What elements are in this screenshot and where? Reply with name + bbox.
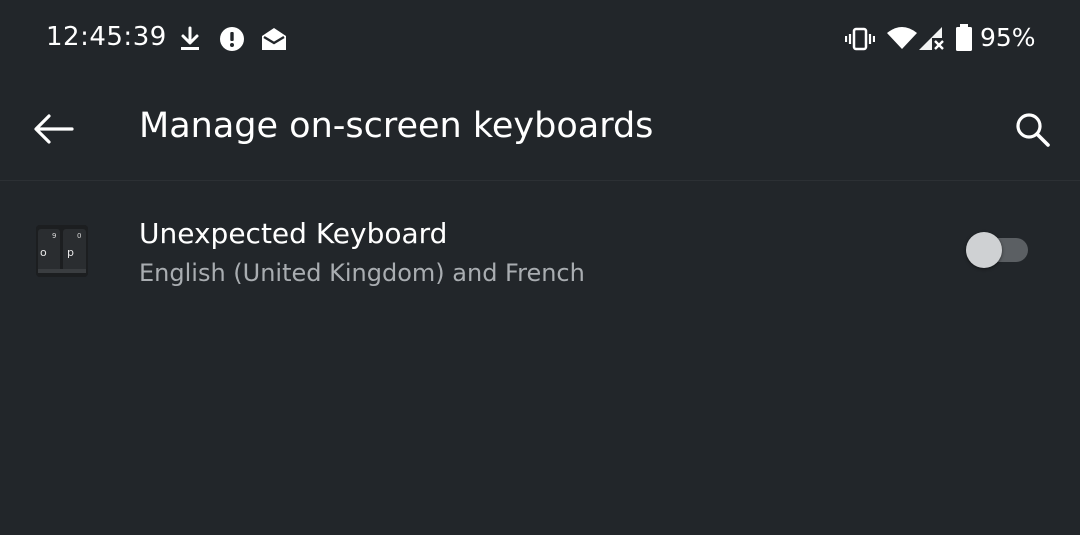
- icon-key-0: 0: [77, 232, 81, 240]
- page-title: Manage on-screen keyboards: [139, 106, 654, 146]
- keyboard-enable-toggle[interactable]: [964, 231, 1030, 269]
- settings-screen: 12:45:39 95% Manage on-screen keyboards …: [0, 0, 1080, 535]
- app-bar: Manage on-screen keyboards: [0, 80, 1080, 181]
- search-icon: [1016, 113, 1050, 147]
- battery-icon: [956, 24, 972, 51]
- keyboard-languages: English (United Kingdom) and French: [139, 259, 585, 287]
- battery-percent: 95%: [980, 23, 1036, 52]
- status-time: 12:45:39: [46, 22, 167, 52]
- alert-icon: [220, 27, 244, 51]
- search-button[interactable]: [1004, 102, 1060, 158]
- download-icon: [181, 26, 199, 50]
- back-button[interactable]: [24, 100, 84, 160]
- vibrate-icon: [845, 27, 875, 51]
- mail-icon: [262, 28, 286, 50]
- icon-key-o: o: [40, 246, 47, 259]
- wifi-icon: [887, 27, 917, 49]
- keyboard-list-item[interactable]: 9 0 o p Unexpected Keyboard English (Uni…: [0, 181, 1080, 305]
- toggle-thumb: [966, 232, 1002, 268]
- arrow-left-icon: [34, 114, 74, 144]
- status-bar: 12:45:39 95%: [0, 0, 1080, 80]
- keyboard-name: Unexpected Keyboard: [139, 217, 448, 250]
- signal-icon: [919, 27, 946, 52]
- unexpected-keyboard-app-icon: 9 0 o p: [36, 225, 88, 277]
- icon-key-9: 9: [52, 232, 56, 240]
- icon-key-p: p: [67, 246, 74, 259]
